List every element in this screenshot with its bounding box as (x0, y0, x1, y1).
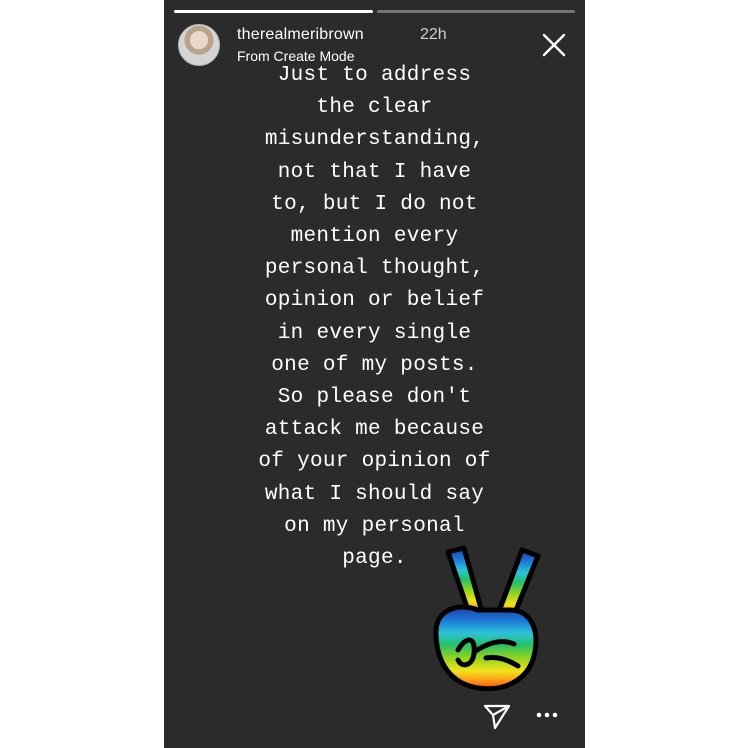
story-text: Just to address the clear misunderstandi… (258, 64, 491, 571)
more-options-icon[interactable] (534, 703, 560, 727)
timestamp: 22h (420, 26, 447, 43)
story-viewer[interactable]: therealmeribrown 22h From Create Mode Ju… (164, 0, 585, 748)
progress-segment (376, 10, 575, 13)
story-progress-bar (174, 10, 575, 13)
peace-sign-sticker (414, 540, 554, 700)
username[interactable]: therealmeribrown (237, 26, 364, 44)
close-icon[interactable] (539, 30, 569, 60)
paper-plane-icon[interactable] (481, 700, 513, 732)
progress-segment (174, 10, 373, 13)
